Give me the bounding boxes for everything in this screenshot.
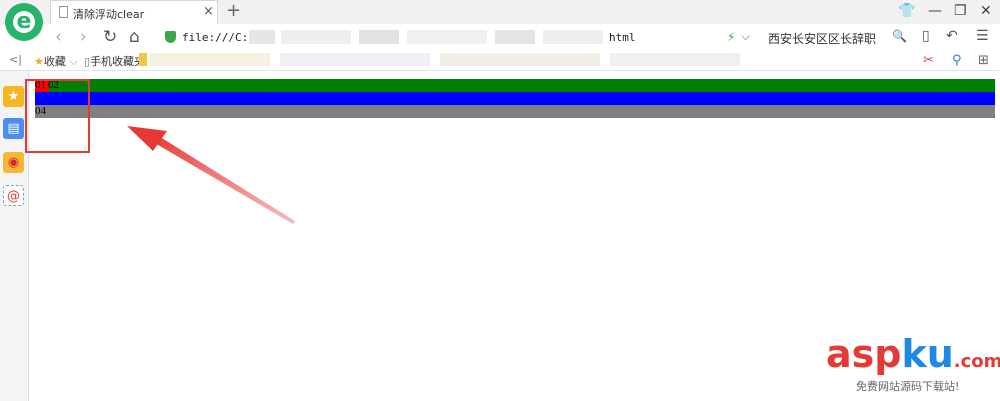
- browser-tab[interactable]: 清除浮动clear ×: [50, 0, 218, 24]
- url-suffix: html: [609, 31, 636, 44]
- blurred-bookmarks: [150, 53, 270, 66]
- blurred-bookmarks: [440, 53, 600, 66]
- mail-icon[interactable]: @: [3, 185, 24, 206]
- weibo-icon[interactable]: ◉: [3, 152, 24, 173]
- scissors-icon[interactable]: ✂: [923, 53, 934, 68]
- blurred-url-segment: [359, 30, 399, 44]
- undo-icon[interactable]: ↶: [946, 28, 958, 44]
- tab-title: 清除浮动clear: [73, 8, 145, 21]
- watermark-brand-c: .com: [953, 351, 1000, 372]
- blurred-url-segment: [249, 30, 275, 44]
- restore-button[interactable]: ❐: [954, 3, 967, 19]
- star-icon: ★: [34, 55, 44, 68]
- refresh-button[interactable]: ↻: [103, 27, 117, 47]
- zoom-icon[interactable]: ⚲: [952, 53, 962, 68]
- sidebar-toggle-icon[interactable]: <|: [9, 53, 22, 66]
- minimize-button[interactable]: —: [928, 3, 942, 19]
- title-bar: 清除浮动clear × + 👕 — ❐ ✕: [0, 0, 1000, 24]
- blurred-bookmarks: [280, 53, 430, 66]
- blurred-url-segment: [543, 30, 603, 44]
- blurred-url-segment: [407, 30, 487, 44]
- back-button[interactable]: ‹: [55, 27, 62, 47]
- phone-icon[interactable]: ▯: [922, 28, 930, 44]
- secure-shield-icon: [165, 31, 176, 43]
- home-button[interactable]: ⌂: [129, 27, 140, 47]
- browser-logo-icon[interactable]: e: [5, 3, 43, 41]
- watermark-logo: aspku.com 免费网站源码下载站!: [826, 332, 1000, 393]
- url-prefix: file:///C:: [182, 31, 249, 44]
- search-box[interactable]: 西安长安区区长辞职 🔍: [762, 24, 914, 50]
- tab-close-icon[interactable]: ×: [203, 4, 214, 19]
- close-window-button[interactable]: ✕: [980, 3, 992, 19]
- reading-list-icon[interactable]: ▤: [3, 118, 24, 139]
- apps-icon[interactable]: ⊞: [978, 53, 989, 68]
- bookmark-favorites[interactable]: ★收藏 ⌵: [34, 53, 78, 69]
- search-icon[interactable]: 🔍: [892, 29, 907, 43]
- blurred-url-segment: [495, 30, 535, 44]
- bookmarks-bar: <| ★收藏 ⌵ ▯手机收藏夹 ✂ ⚲ ⊞: [0, 50, 1000, 71]
- folder-icon: [139, 53, 147, 66]
- favorites-star-icon[interactable]: ★: [3, 86, 24, 107]
- watermark-tagline: 免费网站源码下载站!: [856, 380, 960, 393]
- watermark-brand-a: asp: [826, 332, 902, 376]
- bookmark-favorites-label: 收藏: [43, 55, 66, 68]
- skin-icon[interactable]: 👕: [898, 3, 915, 19]
- document-icon: [59, 6, 68, 18]
- blurred-bookmarks: [610, 53, 740, 66]
- address-bar[interactable]: file:///C: html ⚡ ⌵: [155, 26, 755, 48]
- search-text: 西安长安区区长辞职: [768, 32, 877, 46]
- blurred-url-segment: [281, 30, 351, 44]
- menu-icon[interactable]: ☰: [976, 28, 989, 44]
- bookmark-mobile[interactable]: ▯手机收藏夹: [84, 53, 145, 69]
- watermark-brand-b: ku: [901, 332, 954, 376]
- lightning-icon[interactable]: ⚡: [727, 30, 735, 44]
- bookmark-mobile-label: 手机收藏夹: [90, 55, 146, 68]
- new-tab-button[interactable]: +: [226, 1, 241, 21]
- chevron-down-icon[interactable]: ⌵: [741, 29, 750, 44]
- forward-button[interactable]: ›: [80, 27, 87, 47]
